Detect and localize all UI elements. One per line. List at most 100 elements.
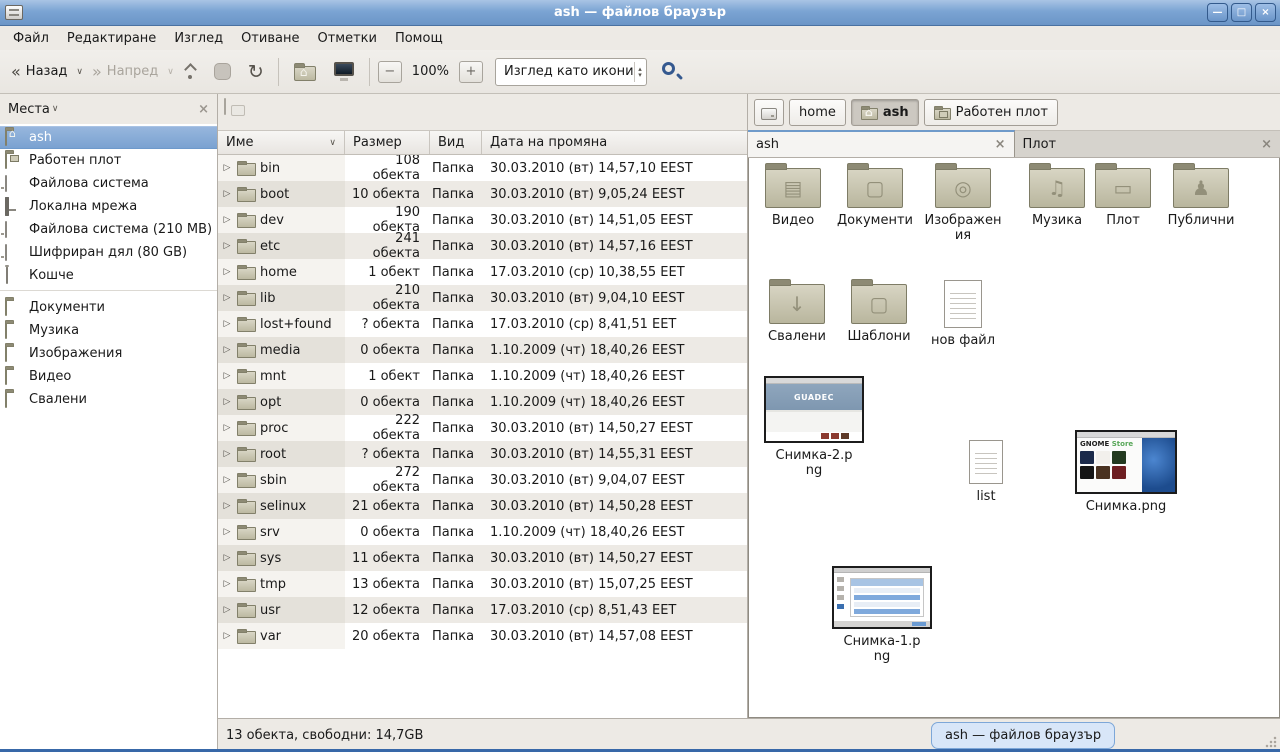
table-row[interactable]: ▷ bin 108 обекта Папка 30.03.2010 (вт) 1… [218,155,747,181]
sidebar-place[interactable]: Свалени [0,388,217,411]
tab-close-icon[interactable]: × [1261,137,1272,152]
table-row[interactable]: ▷ boot 10 обекта Папка 30.03.2010 (вт) 9… [218,181,747,207]
table-row[interactable]: ▷ proc 222 обекта Папка 30.03.2010 (вт) … [218,415,747,441]
icon-item-video[interactable]: ▤ Видео [751,168,835,228]
back-dropdown-icon[interactable]: ∨ [76,67,83,77]
tab-ash[interactable]: ash × [748,130,1015,157]
icon-item-new-file[interactable]: нов файл [921,280,1005,348]
pathbar-root-button[interactable] [754,99,784,126]
sidebar-place[interactable]: Файлова система [0,172,217,195]
icon-item-list[interactable]: list [956,440,1016,504]
icon-item-templates[interactable]: ▢ Шаблони [837,284,921,344]
menu-item[interactable]: Отметки [308,29,385,48]
zoom-in-button[interactable]: + [459,61,483,83]
expander-icon[interactable]: ▷ [221,267,233,277]
table-row[interactable]: ▷ lost+found ? обекта Папка 17.03.2010 (… [218,311,747,337]
column-header-size[interactable]: Размер [345,131,430,154]
menu-item[interactable]: Отиване [232,29,308,48]
menu-item[interactable]: Изглед [165,29,232,48]
search-button[interactable] [659,59,685,85]
table-row[interactable]: ▷ selinux 21 обекта Папка 30.03.2010 (вт… [218,493,747,519]
table-row[interactable]: ▷ srv 0 обекта Папка 1.10.2009 (чт) 18,4… [218,519,747,545]
expander-icon[interactable]: ▷ [221,319,233,329]
chevron-down-icon[interactable]: ∨ [52,104,59,114]
sidebar-title[interactable]: Места [8,102,50,117]
table-row[interactable]: ▷ opt 0 обекта Папка 1.10.2009 (чт) 18,4… [218,389,747,415]
expander-icon[interactable]: ▷ [221,579,233,589]
icon-item-public[interactable]: ♟ Публични [1157,168,1245,228]
icon-item-snimka2[interactable]: GUADEC Снимка-2.png [762,376,866,478]
table-row[interactable]: ▷ sbin 272 обекта Папка 30.03.2010 (вт) … [218,467,747,493]
expander-icon[interactable]: ▷ [221,475,233,485]
expander-icon[interactable]: ▷ [221,449,233,459]
stop-button[interactable] [214,63,231,80]
icon-item-snimka1[interactable]: Снимка-1.png [830,566,934,664]
maximize-button[interactable]: □ [1231,3,1252,22]
forward-dropdown-icon[interactable]: ∨ [167,67,174,77]
sidebar-place[interactable]: Кошче [0,264,217,287]
computer-button[interactable] [334,62,354,76]
table-row[interactable]: ▷ dev 190 обекта Папка 30.03.2010 (вт) 1… [218,207,747,233]
icon-item-documents[interactable]: ▢ Документи [833,168,917,228]
icon-item-downloads[interactable]: ↓ Свалени [755,284,839,344]
minimize-button[interactable]: — [1207,3,1228,22]
back-button[interactable]: « Назад [6,60,72,83]
column-header-date[interactable]: Дата на промяна [482,131,747,154]
table-row[interactable]: ▷ home 1 обект Папка 17.03.2010 (ср) 10,… [218,259,747,285]
home-button[interactable] [294,66,316,81]
pathbar-current-button[interactable]: ash [851,99,919,126]
expander-icon[interactable]: ▷ [221,345,233,355]
column-header-type[interactable]: Вид [430,131,482,154]
table-row[interactable]: ▷ root ? обекта Папка 30.03.2010 (вт) 14… [218,441,747,467]
expander-icon[interactable]: ▷ [221,501,233,511]
icon-view[interactable]: ▤ Видео ▢ Документи ◎ Изображения ♫ [748,158,1280,718]
zoom-out-button[interactable]: − [378,61,402,83]
tab-close-icon[interactable]: × [995,137,1006,152]
icon-item-snimka[interactable]: GNOME Store Снимка.png [1071,430,1181,514]
table-row[interactable]: ▷ etc 241 обекта Папка 30.03.2010 (вт) 1… [218,233,747,259]
menu-item[interactable]: Помощ [386,29,452,48]
tab-plot[interactable]: Плот × [1015,130,1280,157]
sidebar-place[interactable]: Шифриран дял (80 GB) [0,241,217,264]
up-button[interactable] [178,61,203,83]
table-row[interactable]: ▷ sys 11 обекта Папка 30.03.2010 (вт) 14… [218,545,747,571]
table-row[interactable]: ▷ media 0 обекта Папка 1.10.2009 (чт) 18… [218,337,747,363]
sidebar-place[interactable]: ash [0,126,217,149]
resize-grip[interactable] [1265,736,1277,748]
expander-icon[interactable]: ▷ [221,371,233,381]
sidebar-place[interactable]: Видео [0,365,217,388]
table-row[interactable]: ▷ mnt 1 обект Папка 1.10.2009 (чт) 18,40… [218,363,747,389]
sidebar-place[interactable]: Файлова система (210 MB) [0,218,217,241]
expander-icon[interactable]: ▷ [221,189,233,199]
sidebar-place[interactable]: Изображения [0,342,217,365]
reload-button[interactable]: ↻ [242,61,270,83]
sidebar-place[interactable]: Локална мрежа [0,195,217,218]
expander-icon[interactable]: ▷ [221,631,233,641]
icon-item-pictures[interactable]: ◎ Изображения [921,168,1005,243]
pathbar-home-button[interactable]: home [789,99,846,126]
table-row[interactable]: ▷ tmp 13 обекта Папка 30.03.2010 (вт) 15… [218,571,747,597]
taskbar-window-button[interactable]: ash — файлов браузър [931,722,1115,749]
close-button[interactable]: × [1255,3,1276,22]
expander-icon[interactable]: ▷ [221,163,233,173]
menu-item[interactable]: Файл [4,29,58,48]
sidebar-close-icon[interactable]: × [198,102,209,117]
column-header-name[interactable]: Име ∨ [218,131,345,154]
expander-icon[interactable]: ▷ [221,423,233,433]
sidebar-place[interactable]: Работен плот [0,149,217,172]
sidebar-place[interactable]: Документи [0,296,217,319]
expander-icon[interactable]: ▷ [221,553,233,563]
table-row[interactable]: ▷ lib 210 обекта Папка 30.03.2010 (вт) 9… [218,285,747,311]
expander-icon[interactable]: ▷ [221,527,233,537]
expander-icon[interactable]: ▷ [221,605,233,615]
location-button[interactable] [224,98,226,115]
sidebar-place[interactable]: Музика [0,319,217,342]
forward-button[interactable]: » Напред [87,60,163,83]
expander-icon[interactable]: ▷ [221,215,233,225]
icon-item-desktop[interactable]: ▭ Плот [1087,168,1159,228]
expander-icon[interactable]: ▷ [221,241,233,251]
expander-icon[interactable]: ▷ [221,397,233,407]
expander-icon[interactable]: ▷ [221,293,233,303]
table-row[interactable]: ▷ var 20 обекта Папка 30.03.2010 (вт) 14… [218,623,747,649]
pathbar-desktop-button[interactable]: Работен плот [924,99,1058,126]
